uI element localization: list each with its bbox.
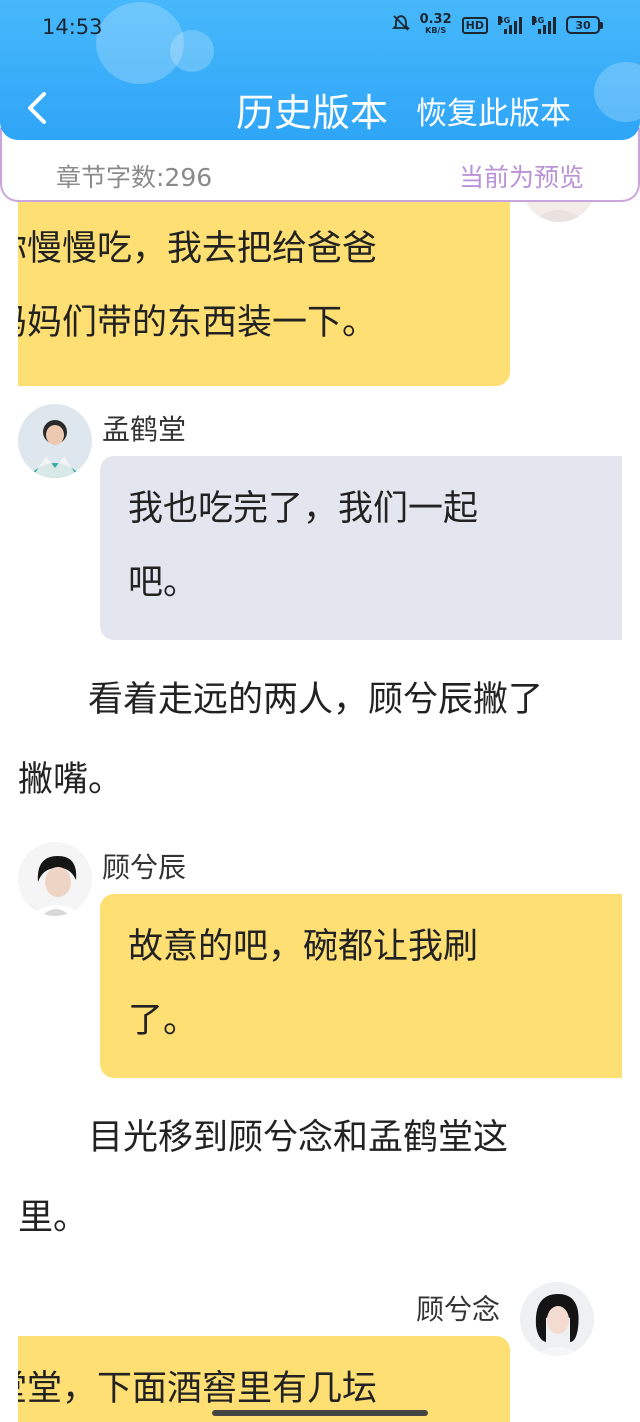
narration-text: 撇嘴。 bbox=[18, 760, 124, 800]
status-icons: 0.32 KB/S HD 4G 4G 30 bbox=[391, 12, 603, 36]
message-text: 妈妈们带的东西装一下。 bbox=[18, 303, 378, 343]
net-speed-unit: KB/S bbox=[425, 26, 447, 35]
word-count: 章节字数:296 bbox=[56, 163, 213, 192]
signal-label: 4G bbox=[532, 16, 545, 25]
restore-version-button[interactable]: 恢复此版本 bbox=[416, 88, 571, 133]
avatar-meng-hetang[interactable] bbox=[18, 404, 92, 478]
page-title: 历史版本 bbox=[236, 91, 389, 135]
message-text: 我也吃完了，我们一起 bbox=[128, 489, 479, 529]
message-text: 你慢慢吃，我去把给爸爸 bbox=[18, 229, 378, 269]
status-time: 14:53 bbox=[42, 15, 103, 39]
back-button[interactable] bbox=[20, 86, 56, 130]
signal-icon: 4G bbox=[532, 16, 556, 34]
message-text: 故意的吧，碗都让我刷 bbox=[128, 927, 479, 967]
battery-icon: 30 bbox=[566, 16, 603, 34]
net-speed-value: 0.32 bbox=[419, 12, 452, 27]
chat-content: 你慢慢吃，我去把给爸爸 妈妈们带的东西装一下。 孟鹤堂 我也吃完了，我们一起 吧… bbox=[0, 0, 640, 1422]
signal-label: 4G bbox=[498, 16, 511, 25]
narration-text: 里。 bbox=[18, 1198, 89, 1238]
narration-text: 目光移到顾兮念和孟鹤堂这 bbox=[88, 1118, 509, 1158]
mute-bell-icon bbox=[391, 14, 410, 36]
avatar-gu-xinian[interactable] bbox=[520, 1282, 594, 1356]
preview-label: 当前为预览 bbox=[458, 163, 584, 192]
hd-icon: HD bbox=[461, 16, 488, 34]
message-bubble-2: 我也吃完了，我们一起 吧。 bbox=[100, 456, 622, 640]
message-bubble-1: 你慢慢吃，我去把给爸爸 妈妈们带的东西装一下。 bbox=[18, 190, 510, 386]
speaker-name: 孟鹤堂 bbox=[102, 413, 187, 446]
app-header: 14:53 0.32 KB/S HD 4G 4G 30 历史版本 恢复此版本 bbox=[0, 0, 640, 140]
chevron-left-icon bbox=[28, 92, 46, 124]
signal-icon: 4G bbox=[498, 16, 522, 34]
message-text: 了。 bbox=[128, 1001, 199, 1041]
message-text: 吧。 bbox=[128, 563, 199, 603]
avatar-gu-xichen[interactable] bbox=[18, 842, 92, 916]
home-indicator[interactable] bbox=[212, 1410, 428, 1416]
speaker-name: 顾兮辰 bbox=[102, 851, 187, 884]
message-bubble-3: 故意的吧，碗都让我刷 了。 bbox=[100, 894, 622, 1078]
net-speed: 0.32 KB/S bbox=[419, 12, 452, 36]
speaker-name: 顾兮念 bbox=[416, 1293, 501, 1326]
narration-paragraph-2: 目光移到顾兮念和孟鹤堂这 里。 bbox=[18, 1098, 628, 1258]
narration-text: 看着走远的两人，顾兮辰撇了 bbox=[88, 680, 544, 720]
narration-paragraph-1: 看着走远的两人，顾兮辰撇了 撇嘴。 bbox=[18, 660, 628, 820]
